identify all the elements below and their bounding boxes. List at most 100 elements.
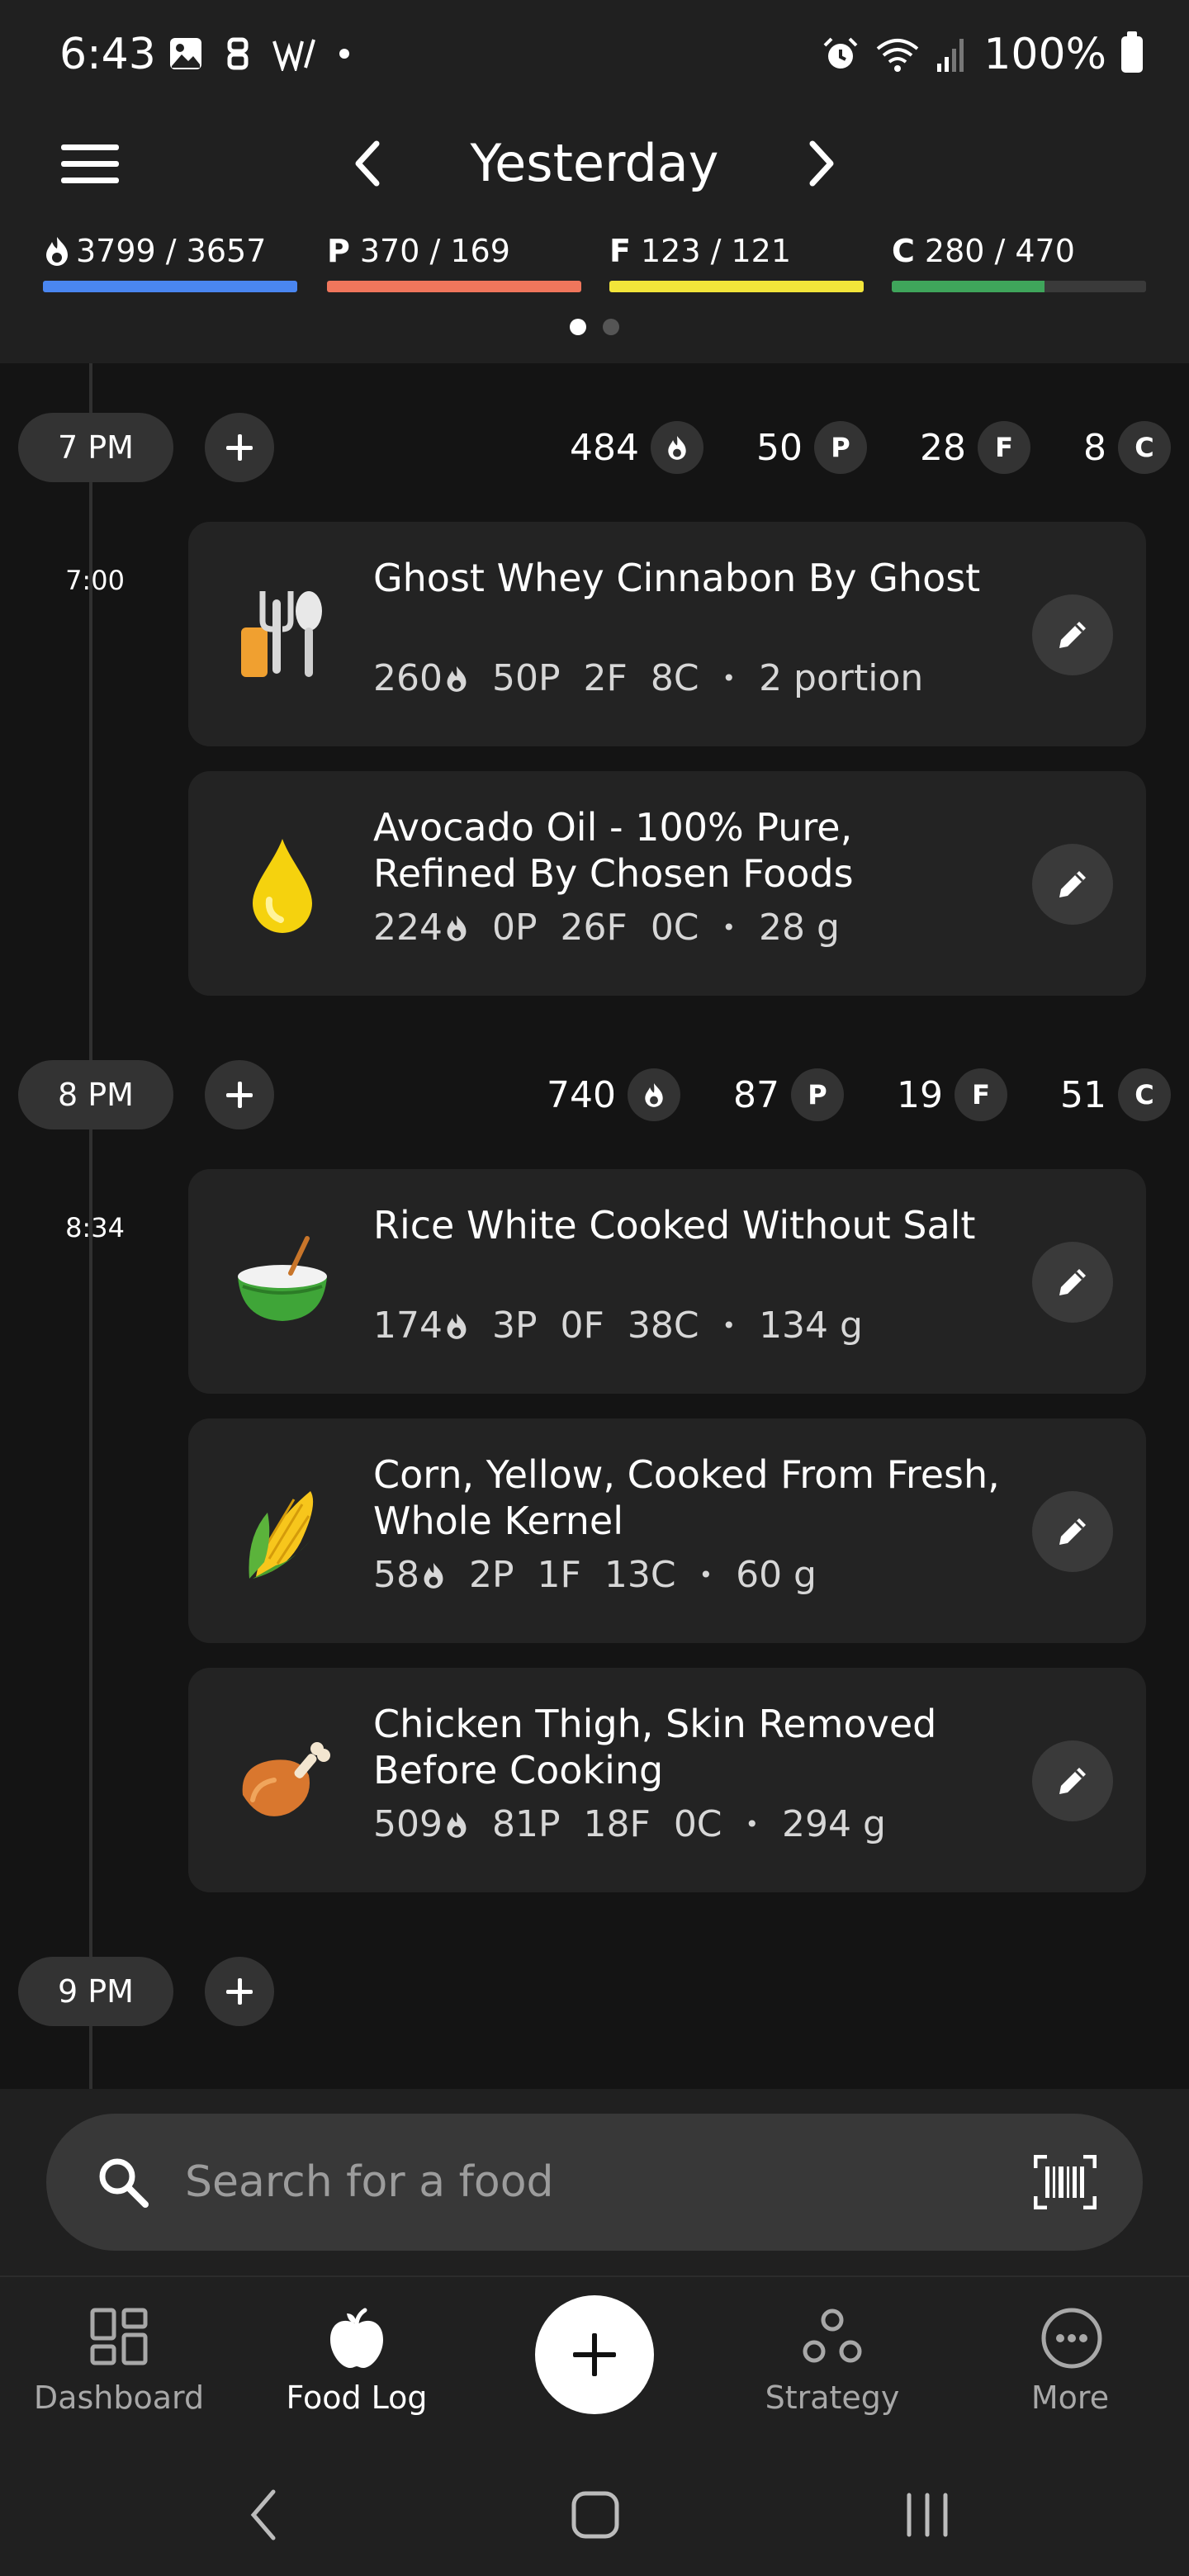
edit-food-button[interactable] bbox=[1032, 594, 1113, 675]
nav-label: Food Log bbox=[286, 2379, 428, 2416]
calories-summary: 3799 / 3657 bbox=[43, 228, 297, 292]
food-amount: 60 g bbox=[736, 1554, 817, 1596]
system-recents-button[interactable] bbox=[890, 2482, 964, 2548]
separator: • bbox=[745, 1811, 760, 1838]
fat-value: 123 / 121 bbox=[640, 233, 791, 269]
edit-food-button[interactable] bbox=[1032, 844, 1113, 925]
food-nutrition: 174 3P 0F 38C • 134 g bbox=[373, 1305, 863, 1347]
hour-fat: 28 bbox=[920, 426, 966, 469]
barcode-scan-icon[interactable] bbox=[1034, 2155, 1097, 2209]
page-dot[interactable] bbox=[603, 319, 619, 335]
hour-protein: 87 bbox=[733, 1073, 779, 1116]
hour-fat: 19 bbox=[897, 1073, 943, 1116]
rice-bowl-icon bbox=[238, 1236, 327, 1321]
status-system-icons: 100% bbox=[822, 30, 1143, 79]
battery-icon bbox=[1121, 31, 1143, 73]
edit-food-button[interactable] bbox=[1032, 1242, 1113, 1323]
carbs-badge: C bbox=[1118, 421, 1171, 474]
page-dot[interactable] bbox=[570, 319, 586, 335]
food-calories: 224 bbox=[373, 907, 443, 949]
flame-icon bbox=[447, 915, 467, 941]
next-day-button[interactable] bbox=[789, 124, 855, 203]
food-entry-card[interactable]: Corn, Yellow, Cooked From Fresh, Whole K… bbox=[188, 1418, 1146, 1643]
add-food-7pm-button[interactable] bbox=[205, 413, 274, 482]
calories-value: 3799 / 3657 bbox=[76, 233, 267, 269]
pencil-icon bbox=[1059, 1518, 1086, 1545]
food-amount: 294 g bbox=[782, 1803, 886, 1845]
recents-icon bbox=[907, 2493, 948, 2537]
food-nutrition: 58 2P 1F 13C • 60 g bbox=[373, 1554, 817, 1596]
hour-carbs: 8 bbox=[1083, 426, 1106, 469]
page-indicator[interactable] bbox=[0, 319, 1189, 335]
pencil-icon bbox=[1059, 871, 1086, 897]
carbs-badge: C bbox=[1118, 1068, 1171, 1121]
date-title[interactable]: Yesterday bbox=[413, 112, 776, 215]
food-calories: 58 bbox=[373, 1554, 419, 1596]
flame-icon bbox=[447, 665, 467, 692]
calories-progress bbox=[43, 281, 297, 292]
entry-time: 7:00 bbox=[65, 565, 125, 596]
protein-summary: P 370 / 169 bbox=[327, 228, 581, 292]
hour-label: 7 PM bbox=[18, 413, 173, 482]
flame-icon bbox=[447, 1313, 467, 1339]
pencil-icon bbox=[1059, 1269, 1086, 1295]
chevron-left-icon bbox=[355, 140, 380, 187]
food-entry-card[interactable]: Avocado Oil - 100% Pure, Refined By Chos… bbox=[188, 771, 1146, 996]
edit-food-button[interactable] bbox=[1032, 1740, 1113, 1821]
add-food-fab[interactable] bbox=[535, 2295, 654, 2414]
separator: • bbox=[722, 1312, 737, 1339]
food-entry-card[interactable]: Ghost Whey Cinnabon By Ghost 260 50P 2F … bbox=[188, 522, 1146, 746]
edit-food-button[interactable] bbox=[1032, 1491, 1113, 1572]
hour-carbs: 51 bbox=[1060, 1073, 1106, 1116]
menu-icon[interactable] bbox=[61, 129, 119, 198]
food-calories: 174 bbox=[373, 1305, 443, 1347]
gallery-icon bbox=[170, 38, 201, 69]
signal-icon bbox=[937, 39, 964, 72]
w-app-icon bbox=[272, 39, 315, 71]
food-protein: 0P bbox=[491, 907, 538, 949]
food-carbs: 8C bbox=[650, 657, 699, 699]
macro-summary[interactable]: 3799 / 3657 P 370 / 169 F 123 / 121 C 280 /… bbox=[43, 228, 1146, 294]
nav-label: Dashboard bbox=[33, 2379, 205, 2416]
wifi-icon bbox=[877, 39, 919, 72]
system-home-button[interactable] bbox=[558, 2482, 632, 2548]
add-food-8pm-button[interactable] bbox=[205, 1060, 274, 1129]
nav-food-log[interactable]: Food Log bbox=[238, 2277, 476, 2451]
search-area bbox=[0, 2089, 1189, 2275]
flame-icon bbox=[46, 237, 68, 266]
carbs-letter: C bbox=[892, 233, 915, 269]
search-bar[interactable] bbox=[46, 2114, 1143, 2251]
flame-badge bbox=[651, 421, 703, 474]
bottom-navigation: Dashboard Food Log Strategy More bbox=[0, 2275, 1189, 2449]
hour-label: 8 PM bbox=[18, 1060, 173, 1129]
flame-badge bbox=[628, 1068, 680, 1121]
nav-more[interactable]: More bbox=[951, 2277, 1189, 2451]
pencil-icon bbox=[1059, 1768, 1086, 1794]
protein-progress bbox=[327, 281, 581, 292]
food-amount: 134 g bbox=[759, 1305, 863, 1347]
status-bar: 6:43 100% bbox=[0, 0, 1189, 112]
nav-label: Strategy bbox=[765, 2379, 900, 2416]
protein-badge: P bbox=[791, 1068, 844, 1121]
nav-label: More bbox=[1030, 2379, 1110, 2416]
nav-dashboard[interactable]: Dashboard bbox=[0, 2277, 238, 2451]
separator: • bbox=[722, 665, 737, 692]
hour-row-8pm: 8 PM 740 87 P 19 F 51 C bbox=[18, 1060, 1171, 1129]
food-entry-card[interactable]: Chicken Thigh, Skin Removed Before Cooki… bbox=[188, 1668, 1146, 1892]
food-nutrition: 260 50P 2F 8C • 2 portion bbox=[373, 657, 923, 699]
food-amount: 28 g bbox=[759, 907, 840, 949]
oil-drop-icon bbox=[253, 839, 312, 933]
status-time: 6:43 bbox=[59, 30, 156, 79]
system-back-button[interactable] bbox=[226, 2482, 301, 2548]
protein-letter: P bbox=[327, 233, 350, 269]
hour-calories: 740 bbox=[547, 1073, 616, 1116]
search-input[interactable] bbox=[185, 2114, 994, 2251]
add-food-9pm-button[interactable] bbox=[205, 1957, 274, 2026]
food-carbs: 13C bbox=[604, 1554, 676, 1596]
nav-strategy[interactable]: Strategy bbox=[713, 2277, 951, 2451]
food-protein: 50P bbox=[491, 657, 561, 699]
previous-day-button[interactable] bbox=[334, 124, 400, 203]
fat-badge: F bbox=[978, 421, 1030, 474]
food-entry-card[interactable]: Rice White Cooked Without Salt 174 3P 0F… bbox=[188, 1169, 1146, 1394]
flame-icon bbox=[447, 1811, 467, 1838]
